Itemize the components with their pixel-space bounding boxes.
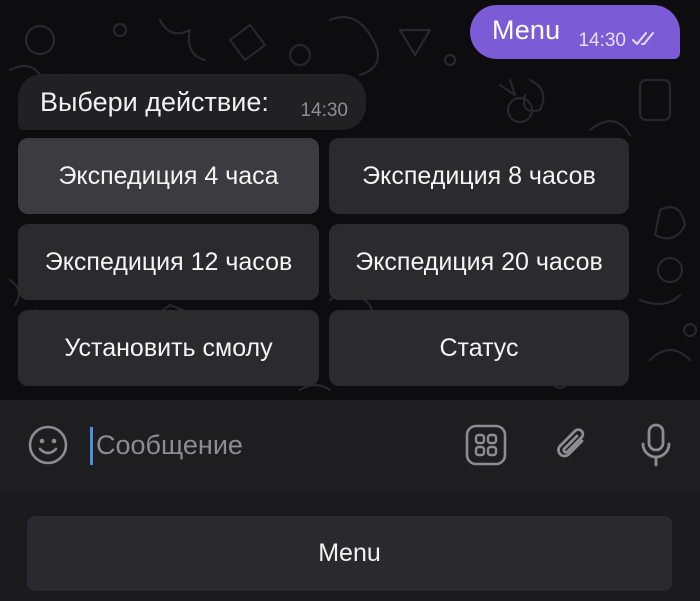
inline-button-status[interactable]: Статус bbox=[329, 310, 629, 386]
inline-button-expedition-20h[interactable]: Экспедиция 20 часов bbox=[329, 224, 629, 300]
chat-area: Menu 14:30 Выбери действие: 14:30 Экспед… bbox=[0, 0, 700, 400]
inline-button-label: Установить смолу bbox=[64, 333, 273, 362]
reply-keyboard-menu-button[interactable]: Menu bbox=[27, 516, 672, 591]
inline-button-label: Экспедиция 12 часов bbox=[44, 247, 293, 276]
mic-icon[interactable] bbox=[638, 422, 674, 470]
bot-commands-icon[interactable] bbox=[464, 423, 508, 467]
inline-button-label: Экспедиция 8 часов bbox=[362, 161, 596, 190]
menu-button-label: Menu bbox=[318, 539, 381, 567]
outgoing-message-time: 14:30 bbox=[578, 30, 626, 51]
incoming-message-time: 14:30 bbox=[300, 100, 348, 121]
emoji-icon[interactable] bbox=[27, 424, 69, 466]
message-input[interactable] bbox=[96, 425, 436, 465]
text-cursor bbox=[90, 427, 93, 465]
inline-button-set-resin[interactable]: Установить смолу bbox=[18, 310, 319, 386]
inline-button-expedition-8h[interactable]: Экспедиция 8 часов bbox=[329, 138, 629, 214]
inline-button-label: Статус bbox=[439, 333, 519, 362]
inline-button-label: Экспедиция 20 часов bbox=[355, 247, 603, 276]
inline-button-expedition-12h[interactable]: Экспедиция 12 часов bbox=[18, 224, 319, 300]
inline-button-expedition-4h[interactable]: Экспедиция 4 часа bbox=[18, 138, 319, 214]
incoming-message-text: Выбери действие: bbox=[40, 86, 269, 117]
inline-button-label: Экспедиция 4 часа bbox=[58, 161, 279, 190]
outgoing-message-text: Menu bbox=[492, 14, 561, 45]
double-check-icon bbox=[632, 32, 654, 45]
attach-icon[interactable] bbox=[552, 423, 592, 467]
outgoing-message-bubble[interactable]: Menu 14:30 bbox=[470, 5, 680, 59]
incoming-message-bubble[interactable]: Выбери действие: 14:30 bbox=[18, 74, 366, 130]
